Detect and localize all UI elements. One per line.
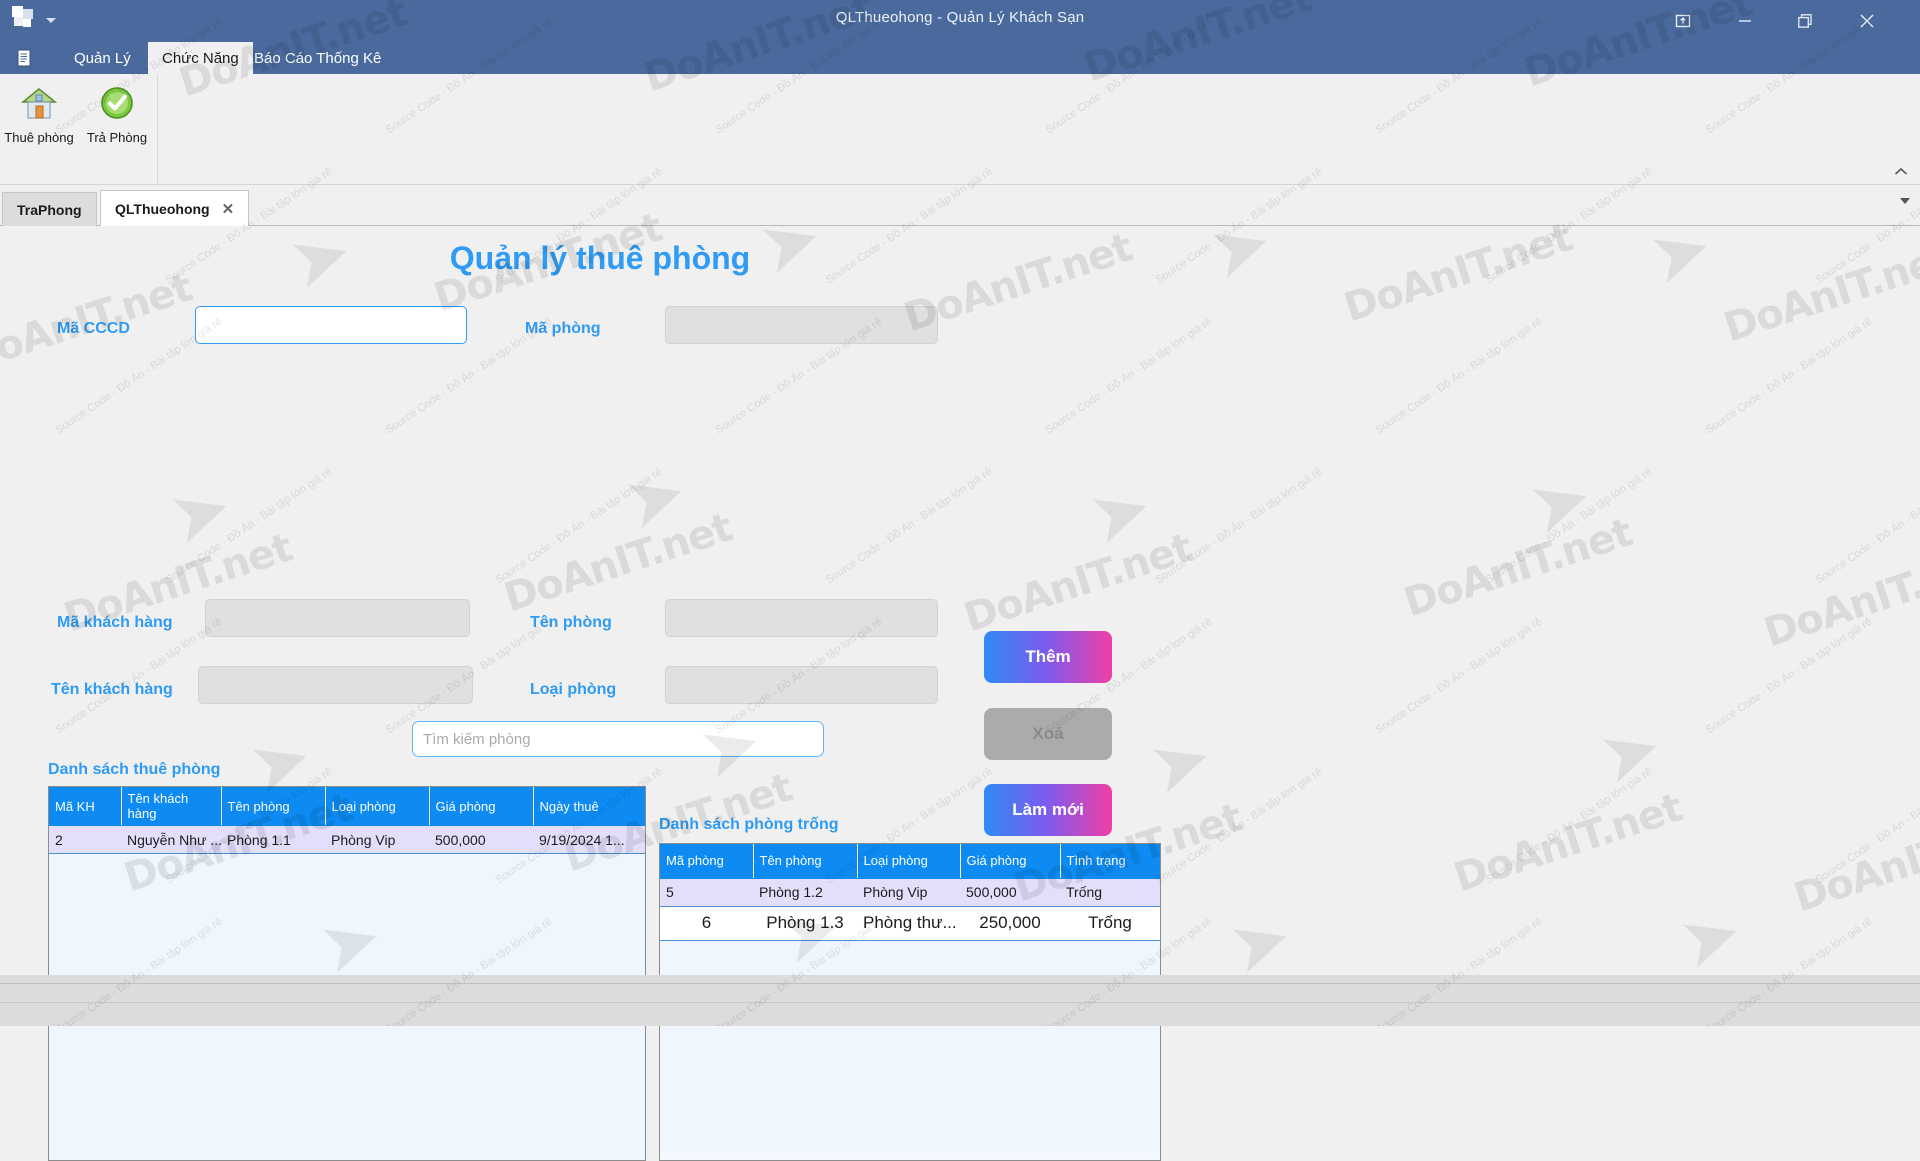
chevron-up-icon[interactable]	[1890, 162, 1912, 182]
cell-loai-phong: Phòng Vip	[325, 825, 429, 854]
canvas-bottom-strip	[0, 975, 1920, 983]
ribbon-panel: Thuê phòng Trả Phòng	[0, 74, 1920, 185]
label-ma-cccd: Mã CCCD	[57, 320, 130, 337]
table-header-row: Mã phòng Tên phòng Loại phòng Giá phòng …	[660, 844, 1160, 879]
search-input[interactable]: Tìm kiếm phòng	[412, 721, 824, 757]
ribbon-tab-strip: Quản Lý Chức Năng Báo Cáo Thống Kê	[0, 42, 1920, 74]
home-icon	[18, 80, 60, 126]
cell-ten-phong: Phòng 1.2	[753, 878, 857, 907]
input-ma-phong[interactable]	[665, 306, 938, 344]
col-ngay-thue[interactable]: Ngày thuê	[533, 787, 645, 826]
ribbon-group-chuc-nang: Thuê phòng Trả Phòng	[0, 74, 158, 184]
status-divider	[0, 1002, 1920, 1003]
refresh-button[interactable]: Làm mới	[984, 784, 1112, 836]
chevron-down-icon[interactable]	[1900, 198, 1910, 204]
file-menu-icon[interactable]	[8, 42, 42, 74]
table-header-row: Mã KH Tên khách hàng Tên phòng Loại phòn…	[49, 787, 645, 826]
table-row[interactable]: 2 Nguyễn Như ... Phòng 1.1 Phòng Vip 500…	[49, 825, 645, 854]
input-loai-phong[interactable]	[665, 666, 938, 704]
col-ma-kh[interactable]: Mã KH	[49, 787, 122, 826]
form-canvas: Quản lý thuê phòng Mã CCCD Mã khách hàng…	[0, 226, 1920, 1161]
close-icon[interactable]	[1838, 0, 1896, 42]
status-bar	[0, 983, 1920, 1026]
ribbon-button-label: Trả Phòng	[86, 130, 148, 145]
doc-tab-qlthueohong[interactable]: QLThueohong ✕	[100, 190, 250, 226]
cell-ten-phong: Phòng 1.3	[753, 906, 857, 941]
doc-tab-traphong[interactable]: TraPhong	[2, 192, 97, 226]
label-ten-khach-hang: Tên khách hàng	[51, 681, 173, 698]
ribbon-tab-bao-cao-thong-ke[interactable]: Báo Cáo Thống Kê	[240, 42, 395, 74]
cell-ten-phong: Phòng 1.1	[221, 825, 325, 854]
cell-ten-khach-hang: Nguyễn Như ...	[121, 825, 221, 854]
table-row[interactable]: 5 Phòng 1.2 Phòng Vip 500,000 Trống	[660, 878, 1160, 907]
col-gia-phong[interactable]: Giá phòng	[960, 844, 1061, 879]
cell-ma-phong: 5	[660, 878, 753, 907]
input-ten-khach-hang[interactable]	[198, 666, 473, 704]
label-loai-phong: Loại phòng	[530, 681, 617, 698]
col-ten-khach-hang[interactable]: Tên khách hàng	[121, 787, 222, 826]
restore-window-icon[interactable]	[1654, 0, 1712, 42]
col-gia-phong[interactable]: Giá phòng	[429, 787, 534, 826]
document-tab-strip: TraPhong QLThueohong ✕	[0, 186, 1920, 226]
add-button[interactable]: Thêm	[984, 631, 1112, 683]
input-ma-khach-hang[interactable]	[205, 599, 470, 637]
table-empty-area	[660, 940, 1160, 1150]
rent-list-title: Danh sách thuê phòng	[48, 761, 221, 778]
cell-ngay-thue: 9/19/2024 1...	[533, 825, 645, 854]
delete-button[interactable]: Xoá	[984, 708, 1112, 760]
empty-rooms-title: Danh sách phòng trống	[659, 816, 839, 833]
page-title: Quản lý thuê phòng	[449, 240, 751, 276]
col-ten-phong[interactable]: Tên phòng	[753, 844, 858, 879]
cell-gia-phong: 250,000	[960, 906, 1060, 941]
ribbon-tab-chuc-nang[interactable]: Chức Năng	[148, 42, 253, 74]
ribbon-button-tra-phong[interactable]: Trả Phòng	[78, 80, 156, 145]
col-ten-phong[interactable]: Tên phòng	[221, 787, 326, 826]
label-ma-phong: Mã phòng	[525, 320, 601, 337]
ribbon-button-label: Thuê phòng	[4, 130, 74, 145]
cell-ma-phong: 6	[660, 906, 753, 941]
minimize-icon[interactable]	[1716, 0, 1774, 42]
maximize-icon[interactable]	[1776, 0, 1834, 42]
col-loai-phong[interactable]: Loại phòng	[857, 844, 961, 879]
col-ma-phong[interactable]: Mã phòng	[660, 844, 754, 879]
col-loai-phong[interactable]: Loại phòng	[325, 787, 430, 826]
cell-tinh-trang: Trống	[1060, 878, 1160, 907]
doc-tab-label: QLThueohong	[115, 200, 210, 217]
doc-tab-label: TraPhong	[17, 201, 82, 218]
title-bar: QLThueohong - Quản Lý Khách Sạn	[0, 0, 1920, 42]
close-icon[interactable]: ✕	[222, 200, 235, 218]
cell-gia-phong: 500,000	[429, 825, 533, 854]
window-title: QLThueohong - Quản Lý Khách Sạn	[835, 9, 1085, 26]
rent-list-grid[interactable]: Mã KH Tên khách hàng Tên phòng Loại phòn…	[48, 786, 646, 1161]
cell-loai-phong: Phòng Vip	[857, 878, 960, 907]
cell-ma-kh: 2	[49, 825, 121, 854]
col-tinh-trang[interactable]: Tình trạng	[1060, 844, 1160, 879]
rent-list-table: Mã KH Tên khách hàng Tên phòng Loại phòn…	[49, 787, 645, 1154]
input-ma-cccd[interactable]	[195, 306, 467, 344]
ribbon-button-thue-phong[interactable]: Thuê phòng	[0, 80, 78, 145]
cell-tinh-trang: Trống	[1060, 906, 1160, 941]
cell-loai-phong: Phòng thư...	[857, 906, 960, 941]
ribbon-tab-quan-ly[interactable]: Quản Lý	[60, 42, 145, 74]
table-row[interactable]: 6 Phòng 1.3 Phòng thư... 250,000 Trống	[660, 906, 1160, 941]
cell-gia-phong: 500,000	[960, 878, 1060, 907]
input-ten-phong[interactable]	[665, 599, 938, 637]
check-circle-icon	[96, 80, 138, 126]
label-ma-khach-hang: Mã khách hàng	[57, 614, 173, 631]
label-ten-phong: Tên phòng	[530, 614, 612, 631]
